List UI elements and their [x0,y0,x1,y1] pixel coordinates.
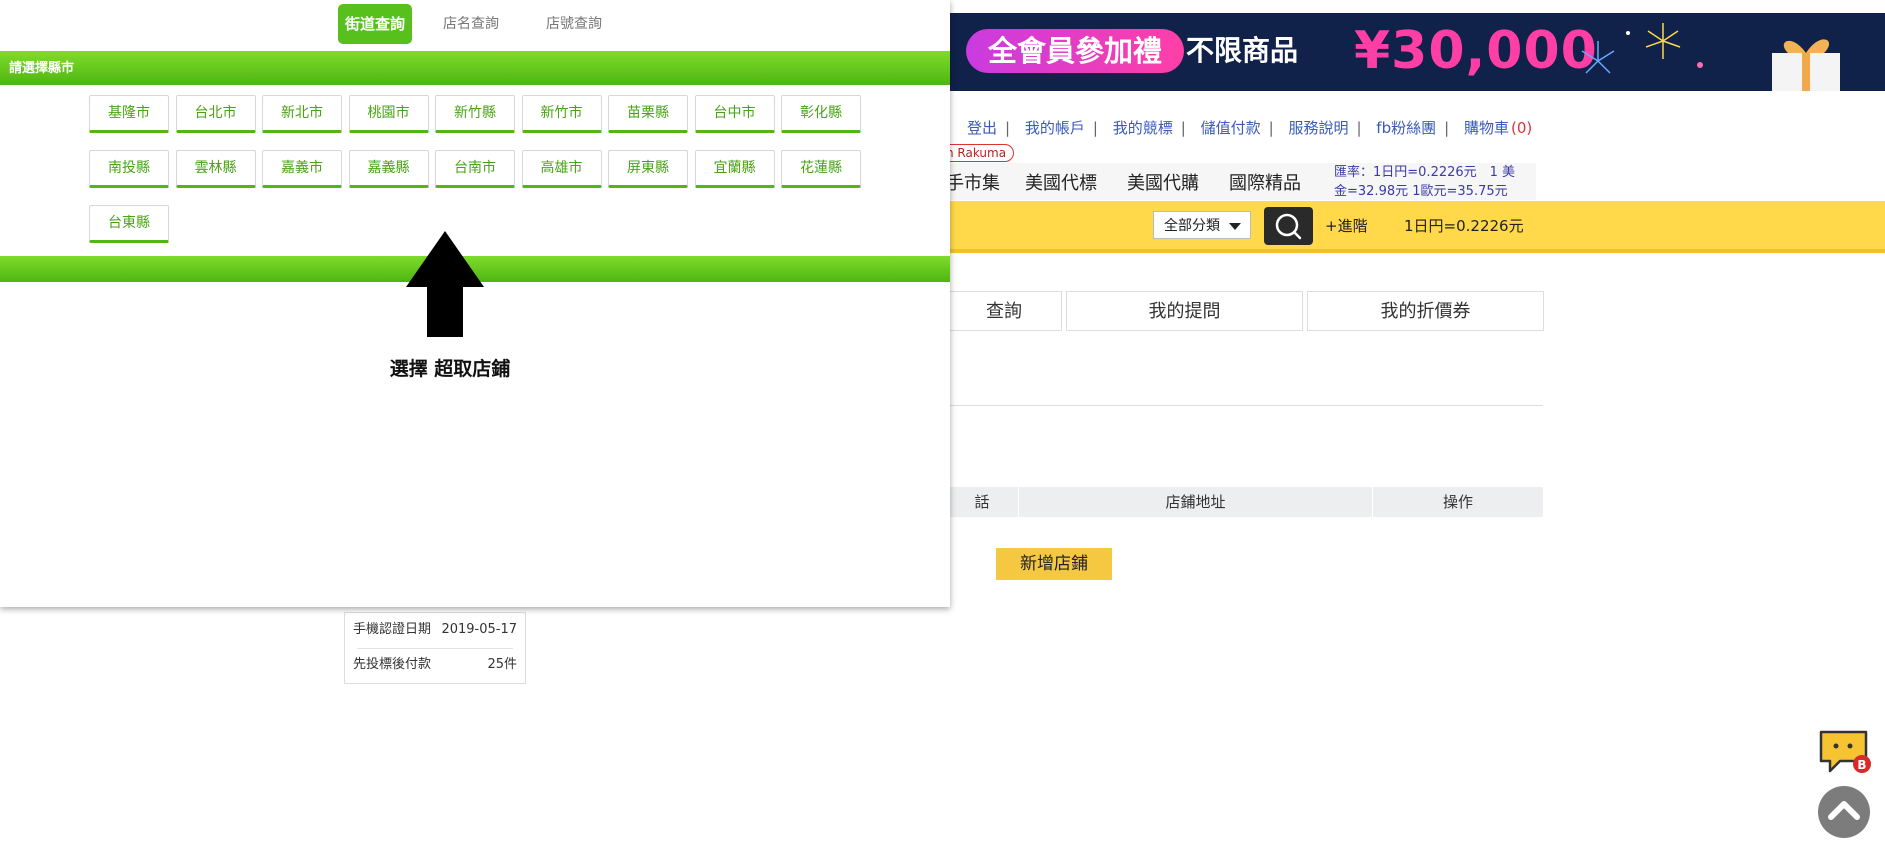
store-picker-popup: 街道查詢 店名查詢 店號查詢 請選擇縣市 基隆市 台北市 新北市 桃園市 新竹縣 新竹市苗… [0,0,950,607]
city-button[interactable]: 屏東縣 [608,150,688,188]
city-button[interactable]: 高雄市 [521,150,602,188]
city-button[interactable]: 基隆市 [89,95,169,133]
info-label: 先投標後付款 [353,657,432,672]
arrow-up-icon [1828,801,1860,820]
banner-text: 不限商品 [1186,34,1299,67]
service-info-link[interactable]: 服務說明 [1288,119,1348,137]
tab-store-name-search[interactable]: 店名查詢 [434,4,508,44]
category-select-value: 全部分類 [1164,218,1220,234]
rate-line-2: 金=32.98元 1歐元=35.75元 [1334,184,1508,199]
city-button[interactable]: 南投縣 [89,150,169,188]
exchange-rate-info: 匯率：1日円=0.2226元 1 美 金=32.98元 1歐元=35.75元 [1334,163,1534,201]
info-label: 手機認證日期 [353,622,432,637]
tab-street-search[interactable]: 街道查詢 [338,4,412,44]
rakuma-tag[interactable]: n Rakuma [946,144,1015,162]
chat-icon[interactable]: B [1818,729,1872,775]
nav-item-us-auction[interactable]: 美國代標 [1025,169,1097,195]
tab-my-questions[interactable]: 我的提問 [1066,291,1303,331]
nav-item-luxury[interactable]: 國際精品 [1229,169,1301,195]
banner-amount: ¥30,000 [1354,21,1598,81]
city-button[interactable]: 花蓮縣 [781,150,861,188]
city-button[interactable]: 台中市 [694,95,775,133]
city-button[interactable]: 彰化縣 [781,95,861,133]
rate-line-1: 匯率：1日円=0.2226元 1 美 [1334,165,1516,180]
deposit-link[interactable]: 儲值付款 [1201,119,1261,137]
svg-text:B: B [1857,758,1866,772]
search-mode-tabs: 街道查詢 店名查詢 店號查詢 [0,4,950,44]
info-value: 2019-05-17 [441,622,517,637]
chevron-down-icon [1229,223,1241,230]
fireworks-icon [1581,23,1703,74]
promo-banner[interactable]: 全會員參加禮 不限商品 ¥30,000 [950,13,1885,91]
pick-store-hint: 選擇 超取店鋪 [389,358,511,380]
divider [946,405,1543,406]
gift-icon [1772,39,1840,91]
city-button[interactable]: 宜蘭縣 [694,150,775,188]
fb-fanpage-link[interactable]: fb粉絲團 [1376,119,1436,137]
logout-link[interactable]: 登出 [967,119,997,137]
back-to-top-button[interactable] [1818,786,1870,838]
th-actions: 操作 [1442,493,1473,511]
city-button[interactable]: 台北市 [175,95,256,133]
city-button[interactable]: 新竹市 [521,95,602,133]
tab-query[interactable]: 查詢 [946,291,1062,331]
city-button[interactable]: 台東縣 [89,205,169,243]
city-button[interactable]: 嘉義市 [262,150,342,188]
nav-item-market[interactable]: 手市集 [946,169,1000,195]
search-button[interactable] [1264,207,1313,245]
my-account-link[interactable]: 我的帳戶 [1025,119,1085,137]
info-row: 手機認證日期 2019-05-17 [353,615,517,645]
advanced-search-link[interactable]: +進階 [1325,215,1368,236]
add-store-button[interactable]: 新增店鋪 [996,548,1112,580]
city-button[interactable]: 雲林縣 [175,150,256,188]
city-header: 請選擇縣市 [9,61,75,76]
tab-store-number-search[interactable]: 店號查詢 [537,4,611,44]
th-phone: 話 [974,493,990,511]
city-header-bar: 請選擇縣市 [0,51,950,85]
cart-link[interactable]: 購物車 [1464,119,1509,137]
search-rate: 1日円=0.2226元 [1404,217,1524,235]
city-button[interactable]: 台南市 [435,150,515,188]
top-links: 登出 | 我的帳戶 | 我的競標 | 儲值付款 | 服務說明 | fb粉絲團 | 購物車 (0… [967,119,1533,137]
up-arrow-annotation-icon [406,231,484,337]
member-info-box: 手機認證日期 2019-05-17 先投標後付款 25件 [344,612,526,684]
store-table-header: 話 店鋪地址 操作 [946,487,1543,517]
nav-item-us-shopping[interactable]: 美國代購 [1127,169,1199,195]
info-value: 25件 [487,657,517,672]
city-button[interactable]: 苗栗縣 [608,95,688,133]
category-select[interactable]: 全部分類 [1153,211,1251,239]
city-button[interactable]: 嘉義縣 [348,150,429,188]
city-button[interactable]: 新竹縣 [435,95,515,133]
th-address: 店鋪地址 [1165,493,1226,511]
banner-pill: 全會員參加禮 [966,29,1185,73]
tab-my-coupons[interactable]: 我的折價券 [1307,291,1544,331]
info-row: 先投標後付款 25件 [353,650,517,680]
cart-count: (0) [1510,119,1533,137]
my-bids-link[interactable]: 我的競標 [1113,119,1173,137]
search-icon [1275,213,1302,240]
city-button[interactable]: 桃園市 [348,95,429,133]
city-button[interactable]: 新北市 [262,95,342,133]
